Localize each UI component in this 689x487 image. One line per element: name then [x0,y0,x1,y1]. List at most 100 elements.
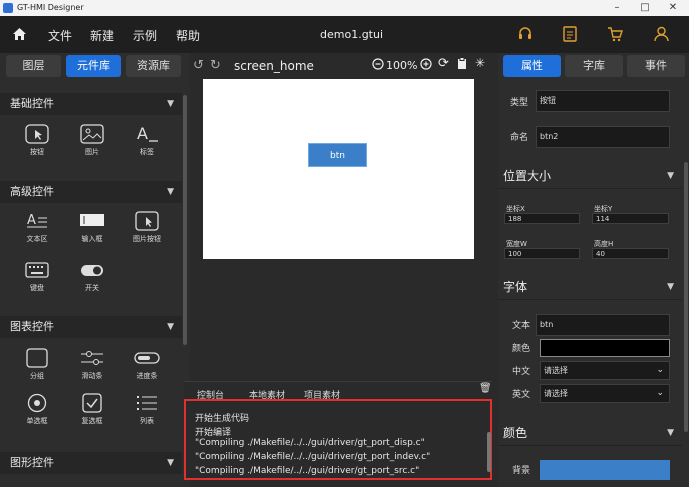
title-bar: GT-HMI Designer – □ ✕ [0,0,689,16]
button-widget-icon [25,124,49,144]
widget-input-label: 输入框 [81,235,103,243]
section-position-size[interactable]: 位置大小 ▼ [498,164,682,189]
section-basic-controls[interactable]: 基础控件 ▼ [0,93,182,115]
console-scrollbar[interactable] [487,432,491,472]
font-color-swatch[interactable] [540,339,670,357]
group-widget-icon [26,348,48,368]
chevron-down-icon: ▼ [167,187,174,197]
maximize-button[interactable]: □ [631,0,659,16]
user-icon[interactable] [654,26,669,42]
settings-burst-icon[interactable]: ✳ [475,56,485,70]
section-color[interactable]: 颜色 ▼ [498,421,682,446]
tab-properties[interactable]: 属性 [503,55,561,77]
chinese-font-value: 请选择 [544,366,568,375]
tab-events[interactable]: 事件 [627,55,685,77]
chevron-down-icon: ▼ [667,282,674,292]
widget-keyboard-label: 键盘 [30,284,44,292]
widget-textarea[interactable]: A 文本区 [12,211,62,244]
close-button[interactable]: ✕ [659,0,687,16]
text-label: 文本 [512,321,531,331]
widget-image-button[interactable]: 图片按钮 [122,211,172,244]
canvas-button-btn2[interactable]: btn [308,143,367,167]
file-title: demo1.gtui [320,28,384,41]
right-scrollbar[interactable] [684,162,688,432]
section-graphic-controls[interactable]: 图形控件 ▼ [0,452,182,474]
widget-progress[interactable]: 进度条 [122,348,172,381]
widget-switch-label: 开关 [85,284,99,292]
trash-icon[interactable]: 🗑 [479,383,492,394]
menu-help[interactable]: 帮助 [176,27,200,44]
widget-checkbox[interactable]: 复选框 [67,393,117,426]
widget-radio[interactable]: 单选框 [12,393,62,426]
window-title: GT-HMI Designer [17,3,84,12]
section-font[interactable]: 字体 ▼ [498,275,682,300]
design-canvas[interactable] [203,79,474,259]
undo-icon[interactable]: ↺ [193,58,204,73]
h-field[interactable]: 40 [592,248,669,259]
english-font-value: 请选择 [544,389,568,398]
background-color-swatch[interactable] [540,460,670,480]
widget-keyboard[interactable]: 键盘 [12,260,62,293]
menu-new[interactable]: 新建 [90,27,114,44]
list-widget-icon [137,396,157,410]
widget-input[interactable]: 输入框 [67,211,117,244]
widget-switch[interactable]: 开关 [67,260,117,293]
english-font-label: 英文 [512,390,531,400]
color-section-label: 颜色 [503,426,528,440]
chevron-down-icon: ▼ [667,428,674,438]
console-line: 开始编译 [195,428,232,438]
console-line: "Compiling ./Makefile/../../gui/driver/g… [195,466,420,476]
tab-resources[interactable]: 资源库 [126,55,181,77]
chinese-font-select[interactable]: 请选择 ⌄ [540,361,670,380]
widget-slider-label: 滑动条 [81,372,103,380]
redo-icon[interactable]: ↻ [210,58,221,73]
radio-widget-icon [27,393,47,413]
widget-button[interactable]: 按钮 [12,124,62,157]
widget-list[interactable]: 列表 [122,393,172,426]
background-label: 背景 [512,466,531,476]
y-field[interactable]: 114 [592,213,669,224]
zoom-out-icon[interactable] [372,58,384,70]
widget-group[interactable]: 分组 [12,348,62,381]
widget-image-label: 图片 [85,148,99,156]
minimize-button[interactable]: – [603,0,631,16]
tab-font-library[interactable]: 字库 [565,55,623,77]
progress-widget-icon [134,352,160,364]
english-font-select[interactable]: 请选择 ⌄ [540,384,670,403]
document-icon[interactable] [563,26,577,42]
widget-image[interactable]: 图片 [67,124,117,157]
position-section-label: 位置大小 [503,169,552,183]
zoom-level: 100% [386,59,418,72]
cart-icon[interactable] [607,26,623,42]
refresh-icon[interactable]: ⟳ [438,56,449,71]
menu-examples[interactable]: 示例 [133,27,157,44]
tab-layers[interactable]: 图层 [6,55,61,77]
widget-slider[interactable]: 滑动条 [67,348,117,381]
widget-label[interactable]: A 标签 [122,124,172,157]
keyboard-widget-icon [25,262,49,278]
x-field[interactable]: 188 [504,213,580,224]
widget-image-button-label: 图片按钮 [133,235,161,243]
home-icon[interactable] [13,28,26,40]
type-field[interactable]: 按钮 [536,90,670,112]
widget-progress-label: 进度条 [136,372,158,380]
slider-widget-icon [81,351,103,365]
chevron-down-icon: ▼ [667,171,674,181]
svg-text:A: A [27,213,36,228]
clipboard-icon[interactable] [457,57,467,70]
zoom-in-icon[interactable] [420,58,432,70]
section-advanced-controls[interactable]: 高级控件 ▼ [0,181,182,203]
chevron-down-icon: ▼ [167,458,174,468]
menu-file[interactable]: 文件 [48,27,72,44]
name-field[interactable]: btn2 [536,126,670,148]
w-field[interactable]: 100 [504,248,580,259]
left-scrollbar[interactable] [183,95,187,345]
section-chart-controls[interactable]: 图表控件 ▼ [0,316,182,338]
text-field[interactable]: btn [536,314,670,336]
type-label: 类型 [510,98,529,108]
support-headset-icon[interactable] [517,26,533,42]
tab-components[interactable]: 元件库 [66,55,121,77]
section-basic-label: 基础控件 [10,97,54,110]
input-widget-icon [80,214,104,226]
menu-bar: 文件 新建 示例 帮助 demo1.gtui [0,16,689,53]
